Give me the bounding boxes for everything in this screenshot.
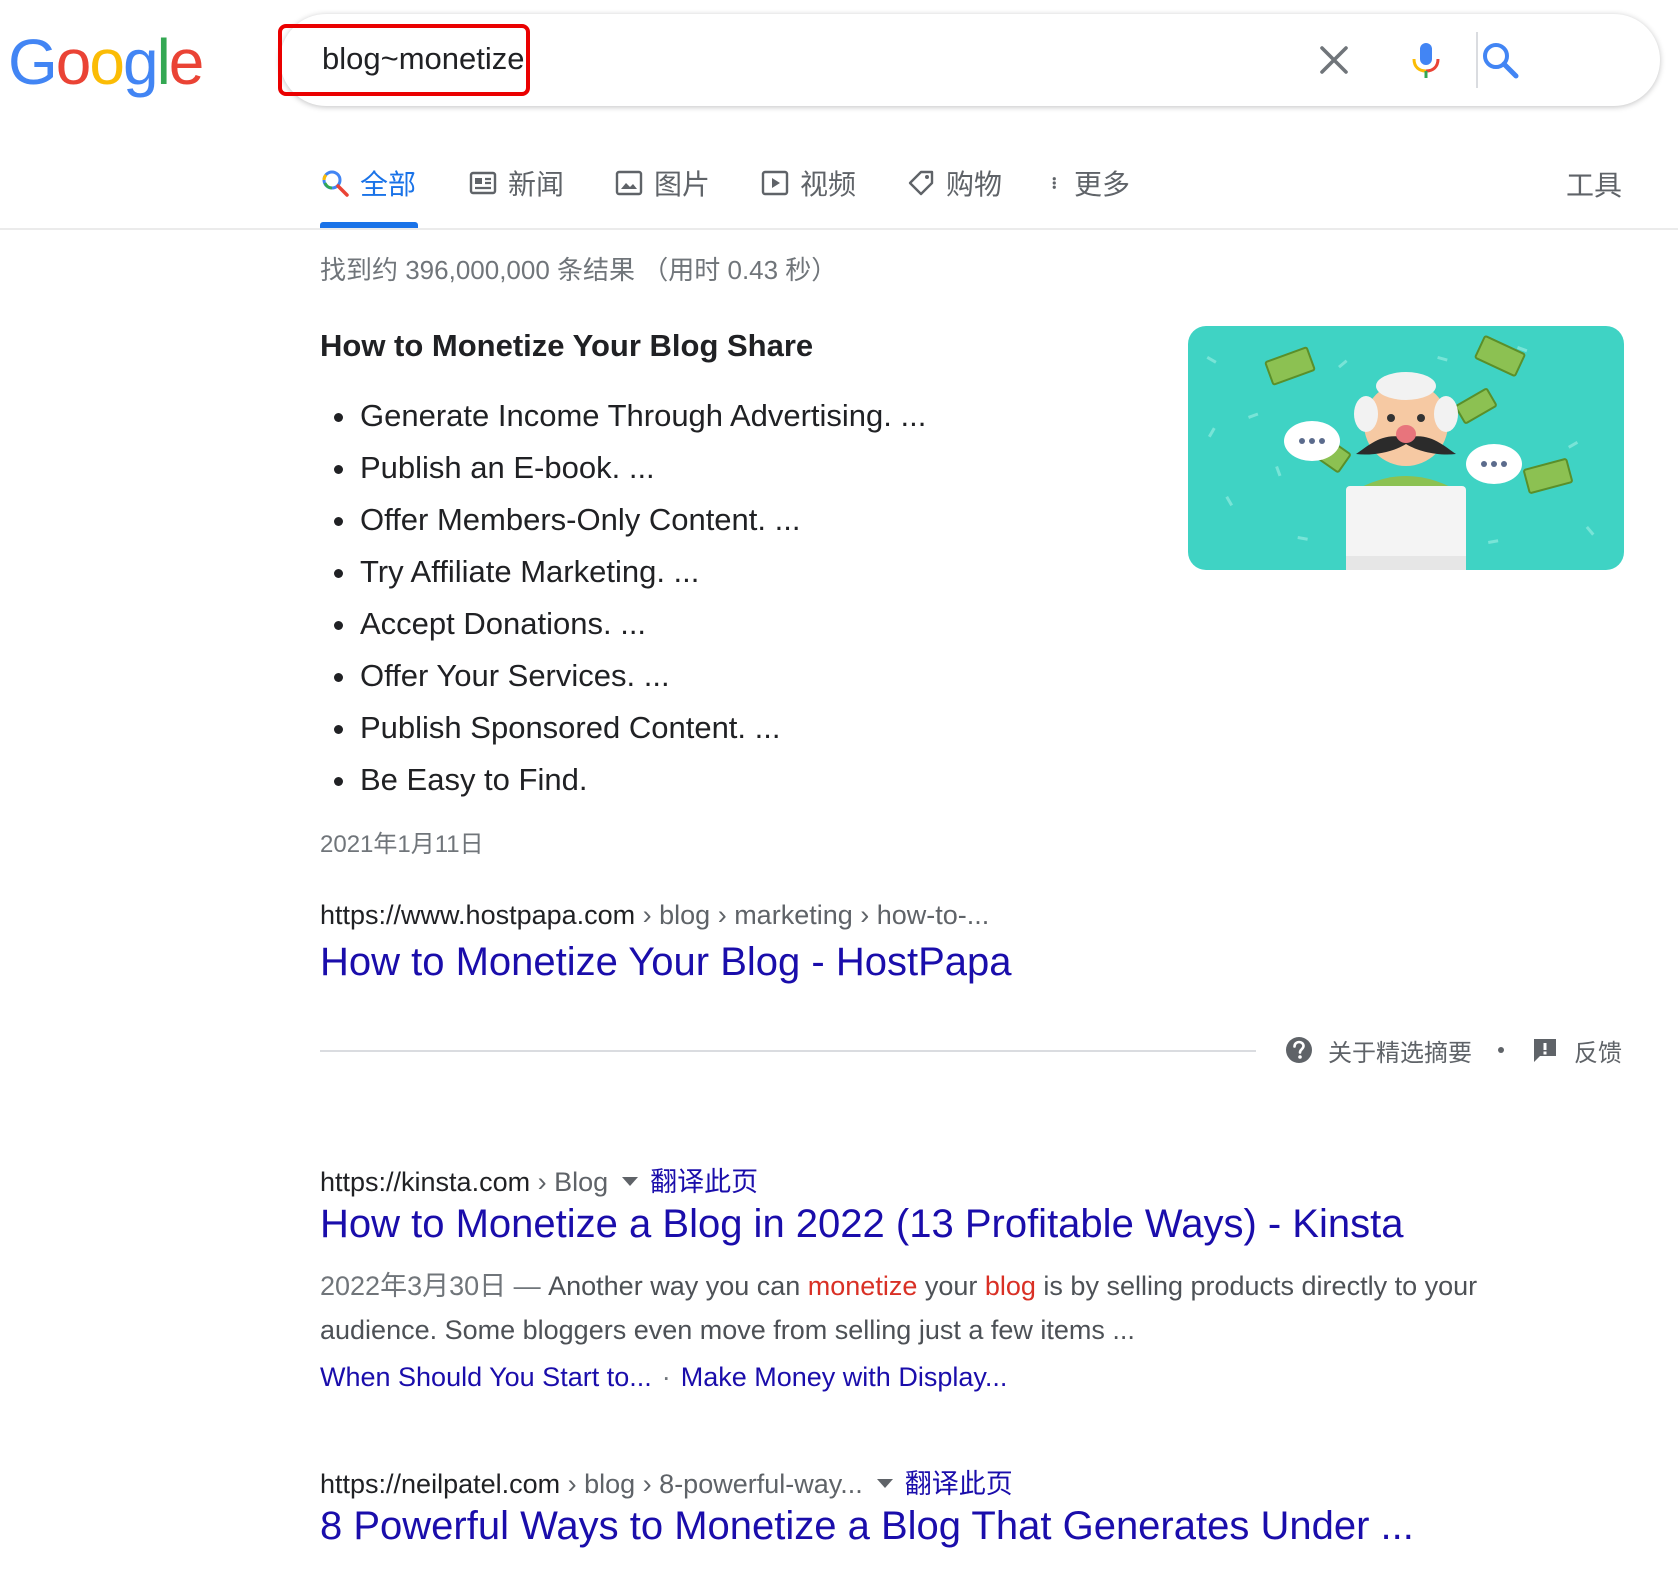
cite-path: › blog › marketing › how-to-... bbox=[635, 900, 990, 930]
tab-shopping[interactable]: 购物 bbox=[906, 162, 1002, 204]
news-icon bbox=[469, 171, 497, 195]
feedback-link[interactable]: 反馈 bbox=[1574, 1033, 1622, 1068]
search-input[interactable]: blog~monetize bbox=[322, 39, 525, 79]
divider bbox=[320, 1050, 1256, 1052]
tab-news[interactable]: 新闻 bbox=[468, 162, 564, 204]
featured-snippet-footer: 关于精选摘要 反馈 bbox=[1284, 1032, 1622, 1068]
translate-link[interactable]: 翻译此页 bbox=[905, 1469, 1013, 1499]
result-cite[interactable]: https://www.hostpapa.com › blog › market… bbox=[320, 900, 989, 931]
logo-letter: l bbox=[156, 26, 171, 98]
featured-snippet-image[interactable] bbox=[1188, 326, 1624, 570]
list-item: Offer Your Services. ... bbox=[320, 650, 926, 702]
sitelink-separator: · bbox=[661, 1362, 671, 1392]
search-icon bbox=[322, 170, 349, 197]
search-tabs: 全部 新闻 图片 视频 购物 更多 工具 bbox=[0, 150, 1678, 230]
search-box-divider bbox=[1476, 32, 1478, 88]
list-item: Generate Income Through Advertising. ... bbox=[320, 390, 926, 442]
logo-letter: g bbox=[122, 26, 159, 98]
list-item: Be Easy to Find. bbox=[320, 754, 926, 806]
tab-label: 图片 bbox=[654, 169, 711, 200]
logo-letter: o bbox=[89, 26, 125, 98]
image-icon bbox=[615, 170, 643, 196]
list-item: Publish an E-book. ... bbox=[320, 442, 926, 494]
mascot-illustration bbox=[1188, 326, 1624, 570]
featured-snippet-list: Generate Income Through Advertising. ...… bbox=[320, 390, 926, 806]
result-title-link[interactable]: How to Monetize a Blog in 2022 (13 Profi… bbox=[320, 1202, 1403, 1247]
result-cite[interactable]: https://neilpatel.com › blog › 8-powerfu… bbox=[320, 1462, 1013, 1501]
list-item: Offer Members-Only Content. ... bbox=[320, 494, 926, 546]
list-item: Try Affiliate Marketing. ... bbox=[320, 546, 926, 598]
snippet-text: Another way you can bbox=[548, 1271, 808, 1301]
tools-button[interactable]: 工具 bbox=[1566, 164, 1622, 204]
tab-label: 更多 bbox=[1074, 169, 1131, 200]
search-box[interactable]: blog~monetize bbox=[278, 14, 1660, 106]
close-icon[interactable] bbox=[1314, 40, 1354, 80]
result-cite[interactable]: https://kinsta.com › Blog 翻译此页 bbox=[320, 1160, 758, 1199]
google-logo[interactable]: Google bbox=[8, 22, 205, 102]
tab-more[interactable]: 更多 bbox=[1050, 162, 1130, 204]
logo-letter: G bbox=[8, 26, 58, 98]
about-featured-snippets-link[interactable]: 关于精选摘要 bbox=[1328, 1033, 1472, 1068]
logo-letter: e bbox=[168, 26, 205, 98]
snippet-date: 2022年3月30日 — bbox=[320, 1271, 549, 1301]
featured-snippet-date: 2021年1月11日 bbox=[320, 831, 484, 858]
tab-videos[interactable]: 视频 bbox=[760, 162, 856, 204]
snippet-highlight: blog bbox=[984, 1271, 1036, 1301]
sitelinks: When Should You Start to... · Make Money w… bbox=[320, 1362, 1007, 1393]
cite-domain: https://www.hostpapa.com bbox=[320, 900, 636, 930]
tab-label: 全部 bbox=[360, 169, 417, 200]
cite-path: › blog › 8-powerful-way... bbox=[560, 1469, 863, 1499]
tab-label: 视频 bbox=[800, 169, 857, 200]
feedback-icon[interactable] bbox=[1530, 1035, 1560, 1065]
video-icon bbox=[761, 170, 789, 196]
help-icon[interactable] bbox=[1284, 1035, 1314, 1065]
tab-label: 购物 bbox=[946, 169, 1003, 200]
cite-domain: https://kinsta.com bbox=[320, 1167, 531, 1197]
list-item: Publish Sponsored Content. ... bbox=[320, 702, 926, 754]
search-icon[interactable] bbox=[1480, 40, 1520, 80]
cite-path: › Blog bbox=[530, 1167, 609, 1197]
result-title-link[interactable]: 8 Powerful Ways to Monetize a Blog That … bbox=[320, 1504, 1414, 1549]
tag-icon bbox=[908, 170, 934, 196]
logo-letter: o bbox=[55, 26, 92, 98]
translate-link[interactable]: 翻译此页 bbox=[650, 1167, 758, 1197]
separator-dot bbox=[1498, 1047, 1504, 1053]
chevron-down-icon[interactable] bbox=[622, 1177, 639, 1187]
microphone-icon[interactable] bbox=[1406, 40, 1446, 80]
featured-snippet-title: How to Monetize Your Blog Share bbox=[320, 328, 814, 363]
tab-images[interactable]: 图片 bbox=[614, 162, 710, 204]
snippet-highlight: monetize bbox=[807, 1271, 918, 1301]
sitelink[interactable]: When Should You Start to... bbox=[320, 1362, 652, 1392]
tab-label: 新闻 bbox=[508, 169, 565, 200]
snippet-text: your bbox=[917, 1271, 985, 1301]
result-snippet: 2022年3月30日 — Another way you can monetiz… bbox=[320, 1264, 1560, 1352]
list-item: Accept Donations. ... bbox=[320, 598, 926, 650]
featured-snippet-link[interactable]: How to Monetize Your Blog - HostPapa bbox=[320, 940, 1012, 985]
chevron-down-icon[interactable] bbox=[876, 1479, 893, 1489]
active-tab-indicator bbox=[320, 222, 418, 228]
cite-domain: https://neilpatel.com bbox=[320, 1469, 561, 1499]
result-stats: 找到约 396,000,000 条结果 （用时 0.43 秒） bbox=[320, 255, 838, 285]
tab-all[interactable]: 全部 bbox=[320, 162, 416, 204]
sitelink[interactable]: Make Money with Display... bbox=[681, 1362, 1008, 1392]
more-vertical-icon bbox=[1052, 177, 1056, 189]
